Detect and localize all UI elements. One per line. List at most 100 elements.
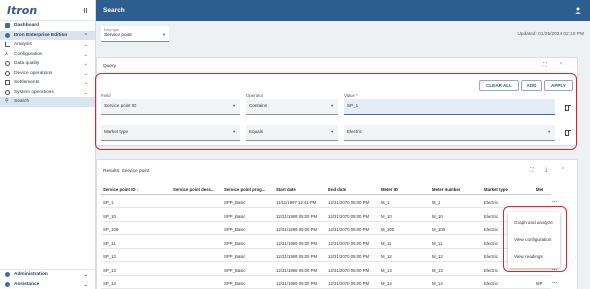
menu-item-view-readings[interactable]: View readings [514, 254, 543, 259]
expand-icon[interactable]: ⛶ [543, 62, 547, 68]
field-select-value: Market type [104, 129, 128, 134]
chevron-down-icon[interactable]: ⌄ [84, 71, 88, 77]
row-menu-icon[interactable]: ... [552, 279, 557, 285]
sidebar-item-search[interactable]: ⚲ Search [0, 97, 95, 107]
sidebar-item-label: Search [14, 99, 30, 105]
col-header-service-point-desc[interactable]: Service point desc... [173, 187, 221, 192]
cell-service-point-id: SP_1 [103, 200, 114, 205]
data-quality-icon [5, 61, 10, 67]
cell-end-date: 12/31/2070 05:00 PM [328, 240, 370, 246]
cell-market-type: Electric [484, 227, 499, 232]
chevron-down-icon[interactable]: ⌄ [84, 272, 88, 278]
cell-met: MP [536, 281, 543, 286]
col-header-service-point-prog[interactable]: Service point prog... [224, 187, 272, 192]
table-row[interactable]: SP_11 SPP_Basic 12/31/1969 05:00 PM 12/31/2… [101, 238, 557, 249]
col-header-end-date[interactable]: End date [328, 187, 346, 192]
sidebar-item-administration[interactable]: Administration ⌄ [0, 270, 95, 280]
device-operations-icon [5, 70, 10, 76]
sidebar-item-settlements[interactable]: Settlements ⌄ [0, 78, 95, 88]
menu-item-view-configuration[interactable]: View configuration [514, 237, 551, 242]
sidebar-item-label: Analysis [14, 42, 32, 48]
cell-meter-number: M_12 [432, 254, 443, 259]
cell-service-point-id: SP_12 [103, 254, 116, 259]
chevron-down-icon[interactable]: ⌄ [84, 90, 88, 96]
sidebar-item-configuration[interactable]: ⅄ Configuration ⌄ [0, 50, 95, 60]
cell-service-point-id: SP_100 [103, 227, 119, 232]
user-icon[interactable] [575, 7, 581, 14]
table-row[interactable]: SP_12 SPP_Basic 12/31/1969 05:00 PM 12/31/2… [101, 251, 557, 262]
sidebar-item-system-operations[interactable]: System operations ⌄ [0, 88, 95, 98]
sidebar-item-label: Data quality [14, 61, 40, 67]
cell-meter-id: M_100 [381, 227, 395, 232]
chevron-down-icon[interactable]: ⌄ [84, 80, 88, 86]
sidebar-bottom: Administration ⌄ Assistance ⌄ [0, 269, 95, 289]
chevron-down-icon[interactable]: ⌄ [84, 282, 88, 288]
cell-service-point-prog: SPP_Basic [224, 267, 246, 273]
sidebar-item-dashboard[interactable]: Dashboard [0, 21, 95, 31]
page-title: Search [103, 7, 125, 14]
cell-market-type: Electric [484, 200, 499, 205]
value-select[interactable]: Electric ▼ [344, 125, 555, 141]
chevron-down-icon[interactable]: ⌄ [84, 42, 88, 48]
cell-service-point-id: SP_11 [103, 240, 116, 246]
col-header-service-point-id[interactable]: Service point ID ↑ [103, 187, 139, 192]
col-header-market-type[interactable]: Market type [484, 187, 508, 192]
col-header-meter-number[interactable]: Meter number [432, 187, 460, 192]
cell-end-date: 12/31/2070 05:00 PM [328, 200, 370, 205]
field-select[interactable]: Market type ▼ [101, 125, 240, 141]
expand-icon[interactable]: ⛶ [530, 167, 534, 173]
cell-meter-number: M_10 [432, 213, 443, 219]
field-select[interactable]: Service point ID ▼ [101, 99, 240, 115]
cell-market-type: Electric [484, 213, 499, 219]
administration-icon [5, 272, 10, 278]
sidebar-item-analysis[interactable]: Analysis ⌄ [0, 40, 95, 50]
assistance-icon [5, 281, 10, 287]
cell-meter-number: M_11 [432, 240, 443, 246]
menu-item-graph-and-analyze[interactable]: Graph and analyze [514, 220, 553, 225]
add-button[interactable]: ADD [521, 80, 542, 91]
col-header-start-date[interactable]: Start date [276, 187, 296, 192]
value-input-text: SP_1 [347, 103, 359, 108]
col-header-met[interactable]: Met [536, 187, 543, 192]
cell-service-point-prog: SPP_Basic [224, 200, 246, 205]
cell-market-type: Electric [484, 281, 499, 286]
dropdown-arrow-icon: ▼ [330, 104, 334, 108]
chevron-up-icon[interactable]: ⌃ [561, 167, 565, 173]
table-row[interactable]: SP_13 SPP_Basic 12/31/1969 05:00 PM 12/31/2… [101, 265, 557, 276]
chevron-down-icon[interactable]: ⌄ [84, 61, 88, 67]
sidebar-item-itron-enterprise-edition[interactable]: Itron Enterprise Edition ⌃ [0, 30, 95, 40]
cell-meter-number: M_14 [432, 281, 443, 286]
chevron-up-icon[interactable]: ⌃ [559, 62, 563, 68]
sidebar-item-device-operations[interactable]: Device operations ⌄ [0, 69, 95, 79]
download-icon[interactable]: ⤓ [545, 167, 547, 173]
cell-meter-id: M_14 [381, 281, 392, 286]
operator-select-value: Contains [249, 103, 268, 108]
cell-service-point-id: SP_13 [103, 267, 116, 273]
apply-button[interactable]: APPLY [544, 80, 573, 91]
table-row[interactable]: SP_14 SPP_Basic 12/31/1969 05:00 PM 12/31/2… [101, 278, 557, 289]
operator-select[interactable]: Contains ▼ [246, 99, 338, 115]
collapse-sidebar-icon[interactable] [82, 7, 89, 14]
sidebar-item-data-quality[interactable]: Data quality ⌄ [0, 59, 95, 69]
table-row[interactable]: SP_100 SPP_Basic 12/31/1969 05:00 PM 12/31/… [101, 224, 557, 235]
chevron-down-icon[interactable]: ⌄ [84, 52, 88, 58]
value-label: Value * [344, 93, 358, 98]
sidebar-item-label: Settlements [14, 80, 40, 86]
cell-service-point-prog: SPP_Basic [224, 227, 246, 232]
delete-icon[interactable] [565, 129, 571, 136]
cell-meter-id: M_10 [381, 213, 392, 219]
row-menu-icon[interactable]: ... [552, 198, 557, 204]
delete-icon[interactable] [565, 104, 571, 111]
clear-all-button[interactable]: CLEAR ALL [479, 80, 519, 91]
sidebar-item-assistance[interactable]: Assistance ⌄ [0, 280, 95, 289]
sidebar-item-label: System operations [14, 89, 54, 95]
value-input[interactable]: SP_1 [344, 99, 555, 115]
entry-type-select[interactable]: Entry type Service point ▼ [101, 26, 169, 42]
cell-meter-number: M_13 [432, 267, 443, 273]
table-row[interactable]: SP_10 SPP_Basic 12/31/1969 05:00 PM 12/31/2… [101, 211, 557, 222]
chevron-up-icon[interactable]: ⌃ [84, 33, 88, 39]
operator-select-value: Equals [249, 129, 264, 134]
operator-select[interactable]: Equals ▼ [246, 125, 338, 141]
table-row[interactable]: SP_1 SPP_Basic 11/11/1997 12:41 PM 12/31/20… [101, 197, 557, 208]
col-header-meter-id[interactable]: Meter ID [381, 187, 398, 192]
